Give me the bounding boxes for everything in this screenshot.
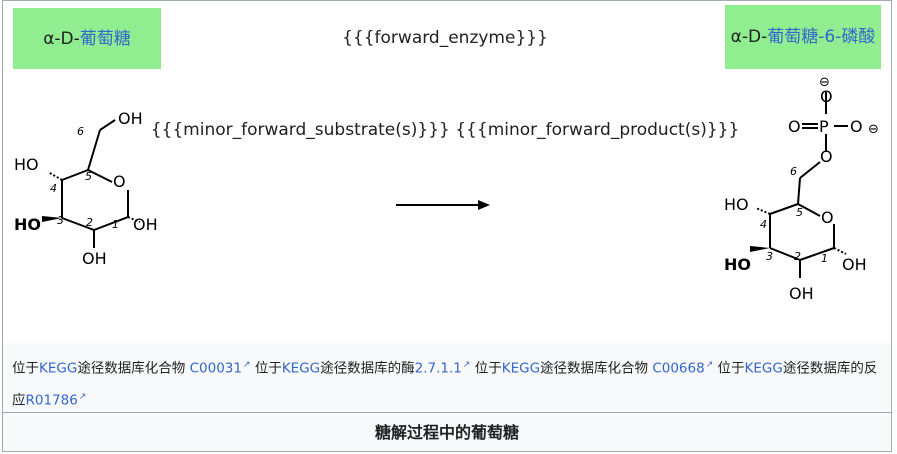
g6p-ho-left: HO (724, 195, 749, 214)
g6p-oh-right: OH (842, 255, 867, 274)
g6p-c1: 1 (821, 252, 828, 265)
minor-compounds-placeholder: {{{minor_forward_substrate(s)}}} {{{mino… (150, 120, 740, 140)
footer-text-prefix-3: 位于 (474, 360, 502, 377)
glucose-c3: 3 (57, 214, 64, 227)
product-label-prefix: α-D- (730, 27, 768, 47)
g6p-c4: 4 (760, 218, 767, 231)
glucose-c4: 4 (50, 182, 57, 195)
glucose-structure[interactable]: OH HO HO OH OH O 6 5 4 3 2 1 (10, 100, 170, 270)
glucose-6-phosphate-structure[interactable]: ⊖ O O P O ⊖ O O HO HO OH OH 6 5 4 3 2 1 (720, 70, 890, 310)
product-link[interactable]: 葡萄糖-6-磷酸 (767, 27, 875, 47)
footer-text-prefix-4: 位于 (717, 360, 745, 377)
glucose-c2: 2 (86, 216, 93, 229)
footer-text-2: 途径数据库的酶 (320, 360, 415, 377)
g6p-o-double: O (788, 117, 801, 136)
product-label: α-D-葡萄糖-6-磷酸 (725, 5, 881, 69)
g6p-c6: 6 (790, 165, 797, 178)
g6p-o-minus-top: O (820, 87, 833, 106)
footer-text-3: 途径数据库化合物 (540, 360, 653, 377)
kegg-link-4[interactable]: KEGG (745, 361, 783, 377)
external-link-icon: ↗ (705, 360, 714, 370)
reaction-link-r01786[interactable]: R01786 (26, 392, 78, 408)
external-link-icon: ↗ (462, 360, 471, 370)
compound-link-c00668[interactable]: C00668 (652, 361, 704, 377)
reaction-arrow (396, 200, 490, 210)
g6p-phosphorus: P (819, 117, 829, 136)
g6p-minus-right: ⊖ (868, 122, 879, 137)
compound-link-c00031[interactable]: C00031 (190, 361, 242, 377)
g6p-c3: 3 (766, 250, 773, 263)
g6p-c2: 2 (794, 250, 801, 263)
substrate-label-prefix: α-D- (43, 28, 80, 49)
kegg-link-2[interactable]: KEGG (282, 361, 320, 377)
glucose-oh-right: OH (133, 215, 158, 234)
g6p-c5: 5 (796, 206, 803, 219)
glucose-c1: 1 (112, 218, 119, 231)
caption-divider (3, 412, 891, 413)
footer-text-1: 途径数据库化合物 (77, 360, 190, 377)
glucose-c6: 6 (77, 125, 84, 138)
external-link-icon: ↗ (242, 360, 251, 370)
glucose-oh-top: OH (118, 109, 143, 128)
kegg-references: 位于KEGG途径数据库化合物 C00031↗ 位于KEGG途径数据库的酶2.7.… (12, 351, 887, 414)
glucose-ring-o: O (113, 172, 126, 191)
substrate-label: α-D-葡萄糖 (13, 8, 161, 69)
footer-text-prefix-1: 位于 (12, 360, 39, 377)
glucose-c5: 5 (85, 170, 92, 183)
enzyme-placeholder: {{{forward_enzyme}}} (342, 28, 548, 48)
g6p-o-right: O (850, 117, 863, 136)
infobox-caption: 糖解过程中的葡萄糖 (374, 423, 519, 442)
glucose-ho-bottom-left: HO (14, 215, 41, 234)
glucose-oh-bottom: OH (82, 249, 107, 268)
enzyme-link-2-7-1-1[interactable]: 2.7.1.1 (415, 361, 462, 377)
g6p-ho-bottom-left: HO (724, 255, 751, 274)
g6p-ring-o: O (821, 208, 834, 227)
kegg-link-3[interactable]: KEGG (502, 361, 540, 377)
kegg-link-1[interactable]: KEGG (39, 361, 77, 377)
g6p-oh-bottom: OH (789, 284, 814, 303)
external-link-icon: ↗ (78, 391, 87, 402)
glucose-ho-left: HO (14, 155, 39, 174)
footer-text-prefix-2: 位于 (254, 360, 282, 377)
g6p-o-link: O (820, 147, 833, 166)
substrate-link[interactable]: 葡萄糖 (80, 29, 131, 49)
